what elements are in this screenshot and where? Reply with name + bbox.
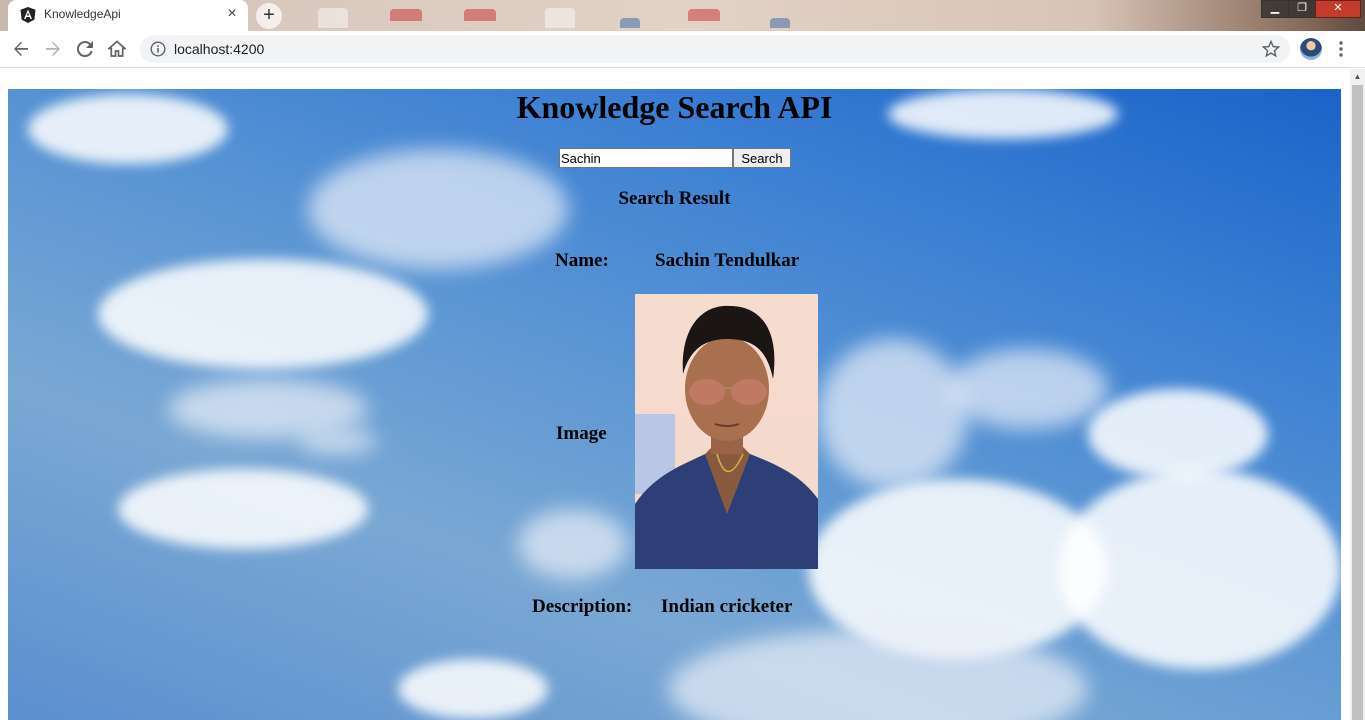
background-decoration: [688, 9, 720, 21]
window-controls: ▁ ❐ ✕: [1261, 0, 1361, 18]
minimize-icon[interactable]: ▁: [1261, 0, 1289, 18]
tab-title: KnowledgeApi: [44, 7, 121, 21]
scroll-thumb[interactable]: [1352, 85, 1363, 720]
address-bar[interactable]: localhost:4200: [140, 35, 1290, 63]
cloud: [98, 259, 428, 369]
description-label: Description:: [532, 596, 633, 617]
description-value: Indian cricketer: [661, 596, 793, 617]
scroll-up-arrow-icon[interactable]: ▲: [1350, 69, 1365, 85]
window-close-icon[interactable]: ✕: [1315, 0, 1361, 18]
cloud: [1088, 389, 1268, 479]
plus-icon[interactable]: +: [256, 3, 282, 29]
page-title: Knowledge Search API: [516, 89, 833, 125]
back-arrow-icon[interactable]: [9, 37, 33, 61]
tab-strip: KnowledgeApi × + ▁ ❐ ✕: [0, 0, 1365, 31]
star-icon[interactable]: [1262, 40, 1280, 58]
cloud: [1058, 469, 1341, 669]
kebab-menu-icon[interactable]: [1336, 39, 1346, 59]
cloud: [518, 509, 628, 579]
cloud: [118, 469, 368, 549]
search-input[interactable]: [559, 148, 733, 168]
scrollbar[interactable]: ▲: [1350, 69, 1365, 720]
name-label: Name:: [555, 250, 609, 271]
reload-icon[interactable]: [73, 37, 97, 61]
cloud: [298, 429, 378, 454]
background-decoration: [545, 8, 575, 28]
background-decoration: [390, 9, 422, 21]
avatar[interactable]: [1300, 38, 1322, 60]
result-heading: Search Result: [618, 188, 731, 209]
page-viewport: Knowledge Search API Search Search Resul…: [0, 69, 1365, 720]
image-label: Image: [556, 423, 607, 444]
restore-icon[interactable]: ❐: [1288, 0, 1316, 18]
browser-toolbar: localhost:4200: [0, 31, 1365, 68]
forward-arrow-icon[interactable]: [41, 37, 65, 61]
background-decoration: [620, 18, 640, 28]
home-icon[interactable]: [105, 37, 129, 61]
name-value: Sachin Tendulkar: [655, 250, 800, 271]
cloud: [818, 339, 968, 489]
info-icon[interactable]: [150, 41, 166, 57]
background-decoration: [770, 18, 790, 28]
search-button[interactable]: Search: [733, 148, 791, 168]
angular-icon: [20, 7, 36, 23]
browser-tab[interactable]: KnowledgeApi ×: [8, 0, 248, 31]
background-decoration: [464, 9, 496, 21]
background-decoration: [318, 8, 348, 28]
close-icon[interactable]: ×: [224, 6, 240, 22]
url-text: localhost:4200: [174, 41, 265, 57]
cloud: [948, 349, 1108, 429]
cloud: [398, 659, 548, 719]
search-form: Search: [559, 148, 791, 168]
result-photo: [635, 294, 818, 569]
